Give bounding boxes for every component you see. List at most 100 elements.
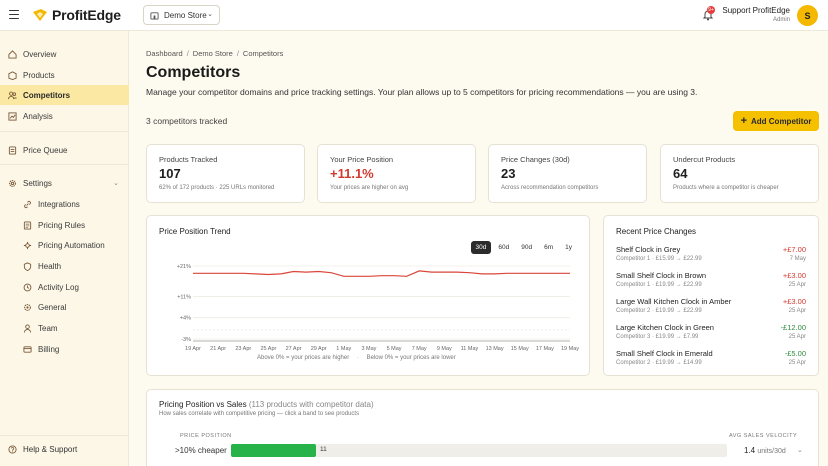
sidebar-item-products[interactable]: Products	[0, 65, 129, 85]
user-role: Admin	[772, 17, 790, 23]
column-header-sales-velocity: AVG SALES VELOCITY	[729, 433, 798, 439]
price-change-item[interactable]: Large Kitchen Clock in Green Competitor …	[616, 323, 806, 347]
position-sales-title: Pricing Position vs Sales (113 products …	[159, 400, 374, 409]
help-support-link[interactable]: Help & Support	[8, 445, 77, 454]
sidebar-item-label: Team	[38, 323, 58, 333]
sidebar-item-label: Integrations	[38, 199, 80, 209]
sidebar-divider	[0, 131, 129, 132]
position-sales-heading: Pricing Position vs Sales	[159, 400, 247, 409]
price-change-amount: -£5.00	[784, 349, 806, 358]
brand-logo[interactable]: ProfitEdge	[32, 7, 121, 23]
stat-label: Products Tracked	[159, 155, 218, 164]
page-title: Competitors	[146, 64, 241, 81]
x-tick-label: 13 May	[486, 346, 504, 351]
x-tick-label: 1 May	[336, 346, 351, 351]
help-icon	[8, 445, 17, 454]
sidebar-item-label: Analysis	[23, 111, 53, 121]
sidebar-item-pricing-automation[interactable]: Pricing Automation	[0, 235, 129, 255]
home-icon	[8, 49, 17, 59]
band-count: 11	[320, 446, 327, 453]
sidebar-item-label: Activity Log	[38, 282, 79, 292]
shield-icon	[23, 261, 32, 271]
breadcrumb-current: Competitors	[242, 49, 284, 58]
x-tick-label: 9 May	[437, 346, 452, 351]
position-sales-subtitle: How sales correlate with competitive pri…	[159, 411, 360, 417]
y-tick-label: +11%	[177, 294, 191, 300]
sidebar-item-label: Products	[23, 70, 55, 80]
sidebar-item-health[interactable]: Health	[0, 256, 129, 276]
band-velocity: 1.4 units/30d	[744, 446, 786, 455]
users-icon	[8, 91, 17, 99]
price-change-product: Small Shelf Clock in Emerald	[616, 349, 713, 358]
position-vs-sales-card: Pricing Position vs Sales (113 products …	[146, 389, 819, 466]
x-tick-label: 23 Apr	[235, 346, 251, 351]
stat-sub: 62% of 172 products · 225 URLs monitored	[159, 185, 275, 191]
list-icon	[8, 145, 17, 155]
band-label[interactable]: >10% cheaper	[175, 446, 227, 455]
price-change-date: 7 May	[789, 256, 806, 262]
trend-chart: +21% +11% +4% -3% 19 Apr 21 Apr 23 Apr 25 Apr 27…	[177, 264, 579, 351]
stat-value: 107	[159, 166, 181, 181]
sidebar-item-competitors[interactable]: Competitors	[0, 85, 129, 105]
breadcrumb-store[interactable]: Demo Store	[193, 49, 233, 58]
plus-icon: +	[740, 114, 747, 127]
avatar[interactable]: S	[797, 5, 818, 26]
x-tick-label: 15 May	[511, 346, 529, 351]
store-icon	[150, 11, 159, 20]
legend-above: Above 0% = your prices are higher	[257, 355, 350, 361]
card-icon	[23, 345, 32, 353]
sidebar-item-analysis[interactable]: Analysis	[0, 106, 129, 126]
stat-value: +11.1%	[330, 166, 374, 181]
sidebar: Overview Products Competitors Analysis P…	[0, 31, 129, 466]
trend-line	[193, 270, 570, 277]
price-change-item[interactable]: Shelf Clock in Grey Competitor 1 · £15.9…	[616, 245, 806, 269]
band-bar-fill[interactable]	[231, 444, 316, 457]
chevron-down-icon[interactable]: ⌄	[797, 446, 803, 454]
stat-sub: Products where a competitor is cheaper	[673, 185, 779, 191]
store-selector[interactable]: Demo Store ⌄	[143, 5, 220, 25]
x-tick-label: 21 Apr	[210, 346, 226, 351]
sidebar-item-label: General	[38, 302, 67, 312]
sidebar-item-price-queue[interactable]: Price Queue	[0, 140, 129, 160]
breadcrumb: Dashboard / Demo Store / Competitors	[146, 49, 284, 58]
sidebar-item-team[interactable]: Team	[0, 318, 129, 338]
user-info[interactable]: Support ProfitEdge Admin	[722, 6, 790, 23]
gear-icon	[9, 179, 16, 187]
sidebar-divider	[0, 164, 129, 165]
add-competitor-button[interactable]: + Add Competitor	[733, 111, 819, 131]
price-change-detail: Competitor 3 · £19.99 → £7.99	[616, 334, 699, 340]
price-change-product: Large Wall Kitchen Clock in Amber	[616, 297, 732, 306]
trend-legend: Above 0% = your prices are higher · Belo…	[257, 355, 456, 361]
price-change-item[interactable]: Large Wall Kitchen Clock in Amber Compet…	[616, 297, 806, 321]
menu-icon[interactable]	[9, 10, 19, 19]
sidebar-item-overview[interactable]: Overview	[0, 44, 129, 64]
breadcrumb-dashboard[interactable]: Dashboard	[146, 49, 183, 58]
price-change-item[interactable]: Small Shelf Clock in Brown Competitor 1 …	[616, 271, 806, 295]
competitors-count: 3 competitors tracked	[146, 116, 228, 126]
sidebar-item-settings[interactable]: Settings ⌄	[0, 173, 129, 193]
sidebar-item-pricing-rules[interactable]: Pricing Rules	[0, 215, 129, 235]
rules-icon	[23, 220, 32, 230]
stat-card-price-changes: Price Changes (30d) 23 Across recommenda…	[488, 144, 647, 203]
sidebar-item-general[interactable]: General	[0, 297, 129, 317]
sidebar-item-activity-log[interactable]: Activity Log	[0, 277, 129, 297]
velocity-value: 1.4	[744, 446, 756, 455]
x-tick-label: 19 Apr	[185, 346, 201, 351]
sidebar-item-billing[interactable]: Billing	[0, 339, 129, 359]
x-tick-label: 17 May	[536, 346, 554, 351]
help-label: Help & Support	[23, 445, 78, 454]
y-tick-label: +21%	[177, 264, 191, 270]
chevron-down-icon: ⌄	[113, 180, 119, 187]
x-tick-label: 19 May	[561, 346, 579, 351]
sidebar-item-integrations[interactable]: Integrations	[0, 194, 129, 214]
price-change-item[interactable]: Small Shelf Clock in Emerald Competitor …	[616, 349, 806, 373]
stat-value: 64	[673, 166, 688, 181]
sliders-icon	[24, 303, 31, 311]
price-change-product: Small Shelf Clock in Brown	[616, 271, 707, 280]
top-bar: ProfitEdge Demo Store ⌄ 9+ Support Profi…	[0, 0, 828, 31]
price-change-amount: +£3.00	[782, 297, 806, 306]
x-tick-label: 5 May	[387, 346, 402, 351]
chevron-down-icon: ⌄	[207, 11, 213, 18]
stat-sub: Your prices are higher on avg	[330, 185, 409, 191]
x-tick-label: 11 May	[461, 346, 479, 351]
